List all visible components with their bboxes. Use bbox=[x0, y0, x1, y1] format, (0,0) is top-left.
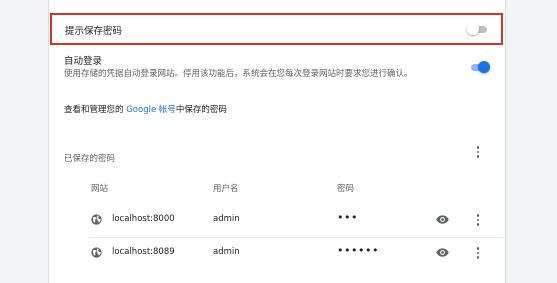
google-account-link[interactable]: Google 帐号 bbox=[126, 105, 176, 115]
column-website: 网站 bbox=[91, 184, 109, 194]
eye-icon[interactable] bbox=[436, 247, 449, 258]
more-vert-icon[interactable] bbox=[472, 213, 484, 227]
password-row: localhost:8089 admin •••••• bbox=[64, 236, 502, 270]
eye-icon[interactable] bbox=[436, 214, 449, 225]
username: admin bbox=[213, 214, 240, 224]
column-password: 密码 bbox=[337, 184, 355, 194]
offer-to-save-row: 提示保存密码 bbox=[50, 13, 503, 45]
offer-to-save-label: 提示保存密码 bbox=[65, 26, 123, 37]
saved-passwords-header: 已保存的密码 bbox=[64, 154, 116, 164]
manage-passwords-text: 查看和管理您的 Google 帐号中保存的密码 bbox=[64, 103, 227, 115]
username: admin bbox=[213, 247, 240, 257]
auto-signin-toggle[interactable] bbox=[469, 61, 490, 73]
password-mask: ••• bbox=[337, 211, 358, 224]
more-vert-icon[interactable] bbox=[472, 145, 484, 159]
auto-signin-title: 自动登录 bbox=[64, 56, 103, 67]
globe-icon bbox=[91, 247, 102, 258]
auto-signin-description: 使用存储的凭据自动登录网站。停用该功能后，系统会在您每次登录网站时要求您进行确认… bbox=[64, 69, 413, 79]
globe-icon bbox=[91, 214, 102, 225]
manage-prefix: 查看和管理您的 bbox=[64, 105, 127, 115]
password-mask: •••••• bbox=[337, 244, 379, 257]
site-name: localhost:8000 bbox=[112, 214, 175, 224]
column-username: 用户名 bbox=[213, 184, 239, 194]
more-vert-icon[interactable] bbox=[472, 246, 484, 260]
site-name: localhost:8089 bbox=[112, 247, 175, 257]
offer-to-save-toggle[interactable] bbox=[467, 23, 487, 35]
manage-suffix: 中保存的密码 bbox=[175, 105, 227, 115]
password-row: localhost:8000 admin ••• bbox=[64, 203, 502, 237]
